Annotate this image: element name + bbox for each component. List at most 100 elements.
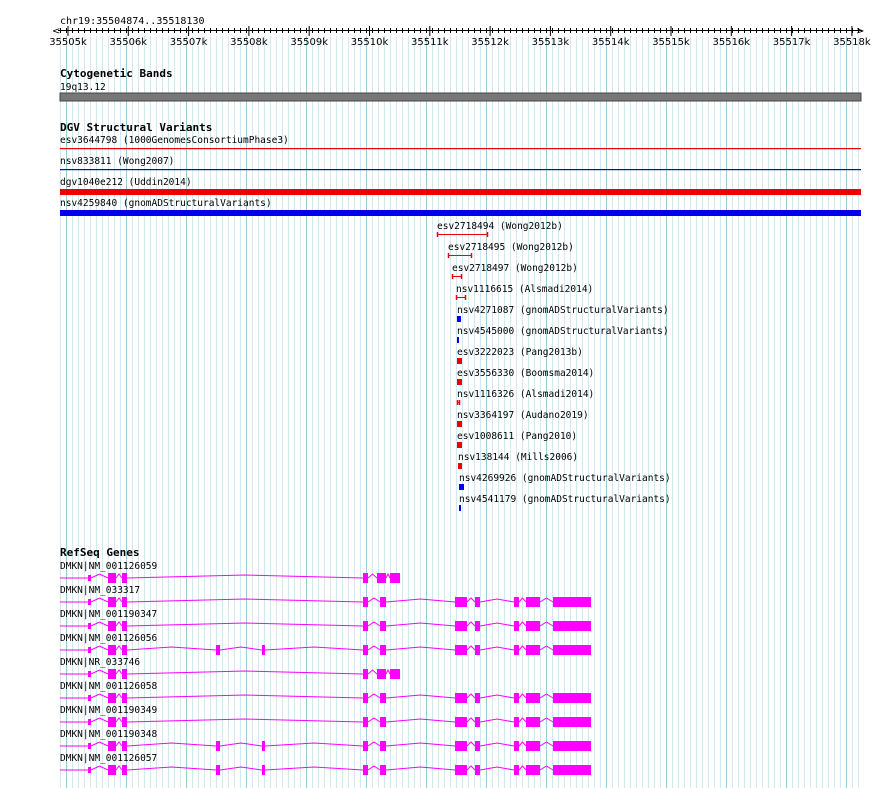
dgv-feature-block[interactable] bbox=[457, 379, 462, 385]
exon[interactable] bbox=[455, 717, 467, 727]
exon[interactable] bbox=[475, 645, 480, 655]
dgv-feature-label[interactable]: esv1008611 (Pang2010) bbox=[457, 431, 577, 442]
dgv-feature-label[interactable]: nsv4541179 (gnomADStructuralVariants) bbox=[459, 494, 671, 505]
dgv-feature-label[interactable]: esv2718497 (Wong2012b) bbox=[452, 263, 578, 274]
refseq-transcript[interactable]: DMKN|NM_001190347 bbox=[60, 609, 591, 631]
dgv-feature-label[interactable]: nsv4545000 (gnomADStructuralVariants) bbox=[457, 326, 669, 337]
exon[interactable] bbox=[380, 597, 386, 607]
exon[interactable] bbox=[363, 669, 368, 679]
transcript-label[interactable]: DMKN|NM_001126059 bbox=[60, 561, 158, 572]
exon[interactable] bbox=[475, 693, 480, 703]
exon[interactable] bbox=[108, 621, 116, 631]
exon[interactable] bbox=[122, 645, 127, 655]
exon[interactable] bbox=[553, 597, 591, 607]
dgv-feature[interactable]: dgv1040e212 (Uddin2014) bbox=[60, 177, 861, 195]
dgv-feature[interactable]: esv3556330 (Boomsma2014) bbox=[457, 368, 594, 385]
transcript-label[interactable]: DMKN|NM_001126056 bbox=[60, 633, 158, 644]
exon[interactable] bbox=[380, 693, 386, 703]
dgv-feature-label[interactable]: nsv3364197 (Audano2019) bbox=[457, 410, 589, 421]
exon[interactable] bbox=[88, 647, 91, 653]
exon[interactable] bbox=[363, 597, 368, 607]
exon[interactable] bbox=[122, 765, 127, 775]
transcript-label[interactable]: DMKN|NM_001126057 bbox=[60, 753, 157, 764]
exon[interactable] bbox=[122, 741, 127, 751]
dgv-feature-block[interactable] bbox=[458, 463, 462, 469]
exon[interactable] bbox=[526, 645, 540, 655]
exon[interactable] bbox=[363, 741, 368, 751]
exon[interactable] bbox=[380, 621, 386, 631]
exon[interactable] bbox=[553, 717, 591, 727]
exon[interactable] bbox=[216, 645, 220, 655]
transcript-label[interactable]: DMKN|NM_001190349 bbox=[60, 705, 158, 716]
exon[interactable] bbox=[455, 741, 467, 751]
exon[interactable] bbox=[526, 621, 540, 631]
exon[interactable] bbox=[108, 669, 116, 679]
exon[interactable] bbox=[122, 717, 127, 727]
exon[interactable] bbox=[216, 741, 220, 751]
dgv-feature[interactable]: nsv1116615 (Alsmadi2014) bbox=[455, 284, 593, 300]
transcript-label[interactable]: DMKN|NM_033317 bbox=[60, 585, 140, 596]
dgv-feature-label[interactable]: nsv4271087 (gnomADStructuralVariants) bbox=[457, 305, 669, 316]
dgv-feature-label[interactable]: nsv1116326 (Alsmadi2014) bbox=[457, 389, 594, 400]
refseq-transcript[interactable]: DMKN|NM_001126057 bbox=[60, 753, 591, 775]
exon[interactable] bbox=[108, 573, 116, 583]
transcript-label[interactable]: DMKN|NR_033746 bbox=[60, 657, 140, 668]
exon[interactable] bbox=[108, 645, 116, 655]
dgv-feature-label[interactable]: esv3556330 (Boomsma2014) bbox=[457, 368, 594, 379]
exon[interactable] bbox=[526, 765, 540, 775]
exon[interactable] bbox=[514, 621, 519, 631]
exon[interactable] bbox=[88, 623, 91, 629]
transcript-label[interactable]: DMKN|NM_001190348 bbox=[60, 729, 158, 740]
exon[interactable] bbox=[216, 765, 220, 775]
dgv-feature-label[interactable]: nsv4259840 (gnomADStructuralVariants) bbox=[60, 198, 272, 209]
exon[interactable] bbox=[455, 645, 467, 655]
exon[interactable] bbox=[514, 597, 519, 607]
exon[interactable] bbox=[526, 693, 540, 703]
dgv-feature-block[interactable] bbox=[457, 442, 462, 448]
exon[interactable] bbox=[380, 765, 386, 775]
exon[interactable] bbox=[88, 695, 91, 701]
exon[interactable] bbox=[390, 669, 400, 679]
exon[interactable] bbox=[122, 621, 127, 631]
dgv-feature-bar[interactable] bbox=[60, 148, 861, 150]
exon[interactable] bbox=[363, 621, 368, 631]
dgv-feature[interactable]: esv1008611 (Pang2010) bbox=[457, 431, 577, 448]
dgv-feature-block[interactable] bbox=[459, 505, 461, 511]
cytoband-bar[interactable] bbox=[59, 92, 862, 102]
exon[interactable] bbox=[108, 717, 116, 727]
dgv-feature-bar[interactable] bbox=[60, 169, 861, 171]
exon[interactable] bbox=[380, 645, 386, 655]
dgv-feature-block[interactable] bbox=[457, 337, 459, 343]
refseq-transcript[interactable]: DMKN|NM_001190348 bbox=[60, 729, 591, 751]
dgv-feature-label[interactable]: dgv1040e212 (Uddin2014) bbox=[60, 177, 192, 188]
refseq-transcript[interactable]: DMKN|NM_001126058 bbox=[60, 681, 591, 703]
dgv-feature-label[interactable]: nsv833811 (Wong2007) bbox=[60, 156, 174, 167]
dgv-feature[interactable]: esv2718494 (Wong2012b) bbox=[436, 221, 563, 237]
exon[interactable] bbox=[455, 621, 467, 631]
refseq-transcript[interactable]: DMKN|NM_001190349 bbox=[60, 705, 591, 727]
dgv-feature-block[interactable] bbox=[457, 421, 462, 427]
exon[interactable] bbox=[262, 741, 265, 751]
exon[interactable] bbox=[514, 717, 519, 727]
dgv-feature-block[interactable] bbox=[457, 358, 462, 364]
exon[interactable] bbox=[553, 741, 591, 751]
exon[interactable] bbox=[514, 765, 519, 775]
exon[interactable] bbox=[108, 693, 116, 703]
exon[interactable] bbox=[380, 717, 386, 727]
exon[interactable] bbox=[88, 719, 91, 725]
cytoband-label[interactable]: 19q13.12 bbox=[60, 82, 106, 93]
dgv-feature-label[interactable]: esv3644798 (1000GenomesConsortiumPhase3) bbox=[60, 135, 289, 146]
dgv-feature[interactable]: nsv4259840 (gnomADStructuralVariants) bbox=[60, 198, 861, 216]
exon[interactable] bbox=[363, 765, 368, 775]
exon[interactable] bbox=[363, 645, 368, 655]
exon[interactable] bbox=[377, 669, 386, 679]
exon[interactable] bbox=[526, 597, 540, 607]
dgv-feature-block[interactable] bbox=[459, 484, 464, 490]
exon[interactable] bbox=[514, 645, 519, 655]
exon[interactable] bbox=[363, 573, 368, 583]
exon[interactable] bbox=[88, 671, 91, 677]
exon[interactable] bbox=[475, 741, 480, 751]
dgv-feature[interactable]: nsv138144 (Mills2006) bbox=[458, 452, 578, 469]
refseq-transcript[interactable]: DMKN|NM_001126056 bbox=[60, 633, 591, 655]
exon[interactable] bbox=[122, 573, 127, 583]
